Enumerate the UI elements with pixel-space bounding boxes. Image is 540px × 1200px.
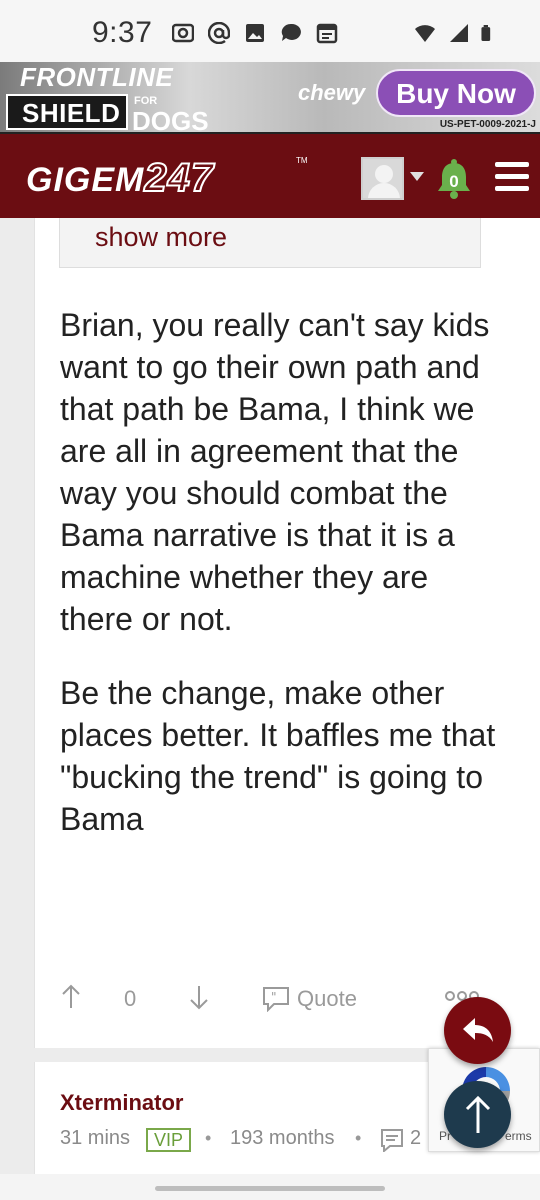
ad-code: US-PET-0009-2021-J (439, 119, 536, 130)
reply-count-icon[interactable] (380, 1128, 404, 1152)
separator-dot: • (205, 1128, 212, 1148)
ad-buy-now-button[interactable]: Buy Now (376, 69, 536, 117)
status-bar: 9:37 (0, 0, 540, 62)
ad-banner[interactable]: FRONTLINE SHIELD FOR DOGS chewy Buy Now … (0, 62, 540, 134)
ad-brand-shield: SHIELD (22, 98, 121, 128)
post-author[interactable]: Xterminator (60, 1090, 183, 1116)
post-paragraph: Be the change, make other places better.… (60, 675, 496, 837)
svg-text:": " (271, 990, 277, 1004)
ad-brand-title: FRONTLINE (20, 62, 174, 92)
quote-button[interactable]: Quote (297, 986, 357, 1012)
notification-count: 0 (449, 172, 459, 191)
trademark: TM (296, 156, 308, 165)
vote-count: 0 (124, 986, 137, 1011)
home-indicator[interactable] (155, 1186, 385, 1191)
ad-retailer-logo: chewy (298, 80, 366, 105)
upvote-arrow-icon[interactable] (60, 984, 82, 1010)
site-logo-number: 247 (143, 155, 215, 201)
arrow-up-icon (465, 1095, 491, 1133)
signal-icon (450, 24, 468, 42)
reply-arrow-icon (463, 1018, 493, 1042)
calendar-icon (316, 23, 338, 44)
wifi-icon (415, 25, 435, 42)
radio-icon (172, 23, 194, 43)
separator-dot: • (355, 1128, 362, 1148)
post-body: Brian, you really can't say kids want to… (60, 304, 500, 872)
show-more-link[interactable]: show more (95, 222, 227, 253)
site-logo[interactable]: GIGEM247 (26, 155, 215, 201)
site-logo-text: GIGEM (26, 161, 145, 199)
member-tenure: 193 months (230, 1127, 335, 1149)
post-time[interactable]: 31 mins (60, 1127, 130, 1150)
recaptcha-terms-link[interactable]: erms (505, 1129, 532, 1143)
show-more-quote[interactable]: show more (59, 218, 481, 268)
menu-icon[interactable] (495, 162, 529, 192)
ad-brand-dogs: DOGS (132, 106, 209, 134)
chat-icon (281, 23, 301, 41)
reply-button[interactable] (444, 997, 511, 1064)
post-paragraph: Brian, you really can't say kids want to… (60, 307, 490, 637)
status-time: 9:37 (92, 16, 153, 49)
scroll-to-top-button[interactable] (444, 1081, 511, 1148)
battery-icon (481, 25, 491, 41)
downvote-arrow-icon[interactable] (188, 984, 210, 1010)
vip-badge: VIP (146, 1128, 192, 1152)
chevron-down-icon[interactable] (410, 172, 424, 181)
quote-icon[interactable]: " (262, 986, 290, 1012)
navigation-bar (0, 1174, 540, 1200)
at-icon (208, 22, 230, 44)
reply-count: 2 (410, 1127, 422, 1149)
user-avatar[interactable] (361, 157, 404, 200)
image-icon (246, 24, 264, 42)
site-header: GIGEM247 TM 0 (0, 134, 540, 218)
